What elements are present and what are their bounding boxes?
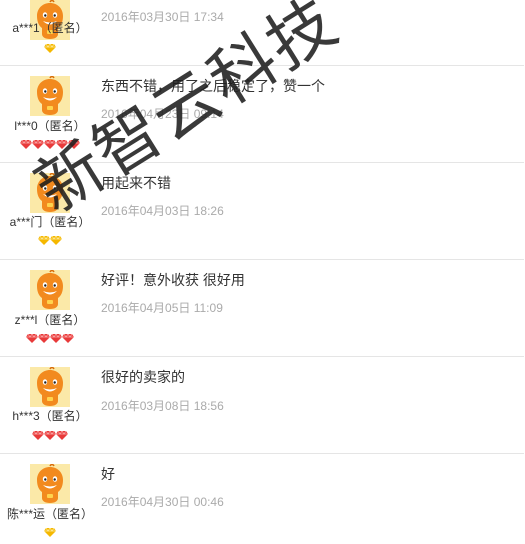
yellow-diamond-icon — [50, 236, 62, 245]
review-date: 2016年03月30日 17:34 — [101, 10, 224, 24]
red-diamond-icon — [68, 140, 80, 149]
red-diamond-icon — [56, 431, 68, 440]
red-diamond-icon — [20, 140, 32, 149]
rank-badge — [0, 44, 100, 54]
review-text: 好评！意外收获 很好用 — [101, 272, 245, 288]
avatar-icon[interactable] — [30, 464, 70, 504]
review-item: h***3（匿名） 很好的卖家的 2016年03月08日 18:56 — [0, 357, 524, 454]
review-text: 东西不错，用了之后稳定了，赞一个 — [101, 78, 325, 94]
review-item: z***l（匿名） 好评！意外收获 很好用 2016年04月05日 11:09 — [0, 260, 524, 357]
rank-badge — [0, 140, 100, 150]
review-text: 很好的卖家的 — [101, 369, 185, 385]
review-item: 陈***运（匿名） 好 2016年04月30日 00:46 — [0, 454, 524, 544]
red-diamond-icon — [62, 334, 74, 343]
red-diamond-icon — [32, 431, 44, 440]
username[interactable]: z***l（匿名） — [0, 313, 100, 327]
red-diamond-icon — [44, 140, 56, 149]
review-item: a***门（匿名） 用起来不错 2016年04月03日 18:26 — [0, 163, 524, 260]
red-diamond-icon — [50, 334, 62, 343]
username[interactable]: 陈***运（匿名） — [0, 507, 100, 521]
review-item: l***0（匿名） 东西不错，用了之后稳定了，赞一个 2016年04月23日 0… — [0, 66, 524, 163]
review-date: 2016年04月23日 09:14 — [101, 107, 224, 121]
yellow-diamond-icon — [44, 528, 56, 537]
review-item: a***1（匿名） 2016年03月30日 17:34 — [0, 0, 524, 66]
avatar-icon[interactable] — [30, 173, 70, 213]
red-diamond-icon — [38, 334, 50, 343]
username[interactable]: a***1（匿名） — [0, 21, 100, 35]
avatar-icon[interactable] — [30, 76, 70, 116]
rank-badge — [0, 236, 100, 246]
review-text: 用起来不错 — [101, 175, 171, 191]
review-date: 2016年03月08日 18:56 — [101, 399, 224, 413]
review-text: 好 — [101, 466, 115, 482]
username[interactable]: h***3（匿名） — [0, 409, 100, 423]
rank-badge — [0, 431, 100, 441]
red-diamond-icon — [56, 140, 68, 149]
yellow-diamond-icon — [38, 236, 50, 245]
review-date: 2016年04月03日 18:26 — [101, 204, 224, 218]
username[interactable]: l***0（匿名） — [0, 119, 100, 133]
review-date: 2016年04月05日 11:09 — [101, 301, 223, 315]
red-diamond-icon — [32, 140, 44, 149]
red-diamond-icon — [44, 431, 56, 440]
red-diamond-icon — [26, 334, 38, 343]
rank-badge — [0, 334, 100, 344]
avatar-icon[interactable] — [30, 270, 70, 310]
username[interactable]: a***门（匿名） — [0, 215, 100, 229]
avatar-icon[interactable] — [30, 367, 70, 407]
review-date: 2016年04月30日 00:46 — [101, 495, 224, 509]
yellow-diamond-icon — [44, 44, 56, 53]
